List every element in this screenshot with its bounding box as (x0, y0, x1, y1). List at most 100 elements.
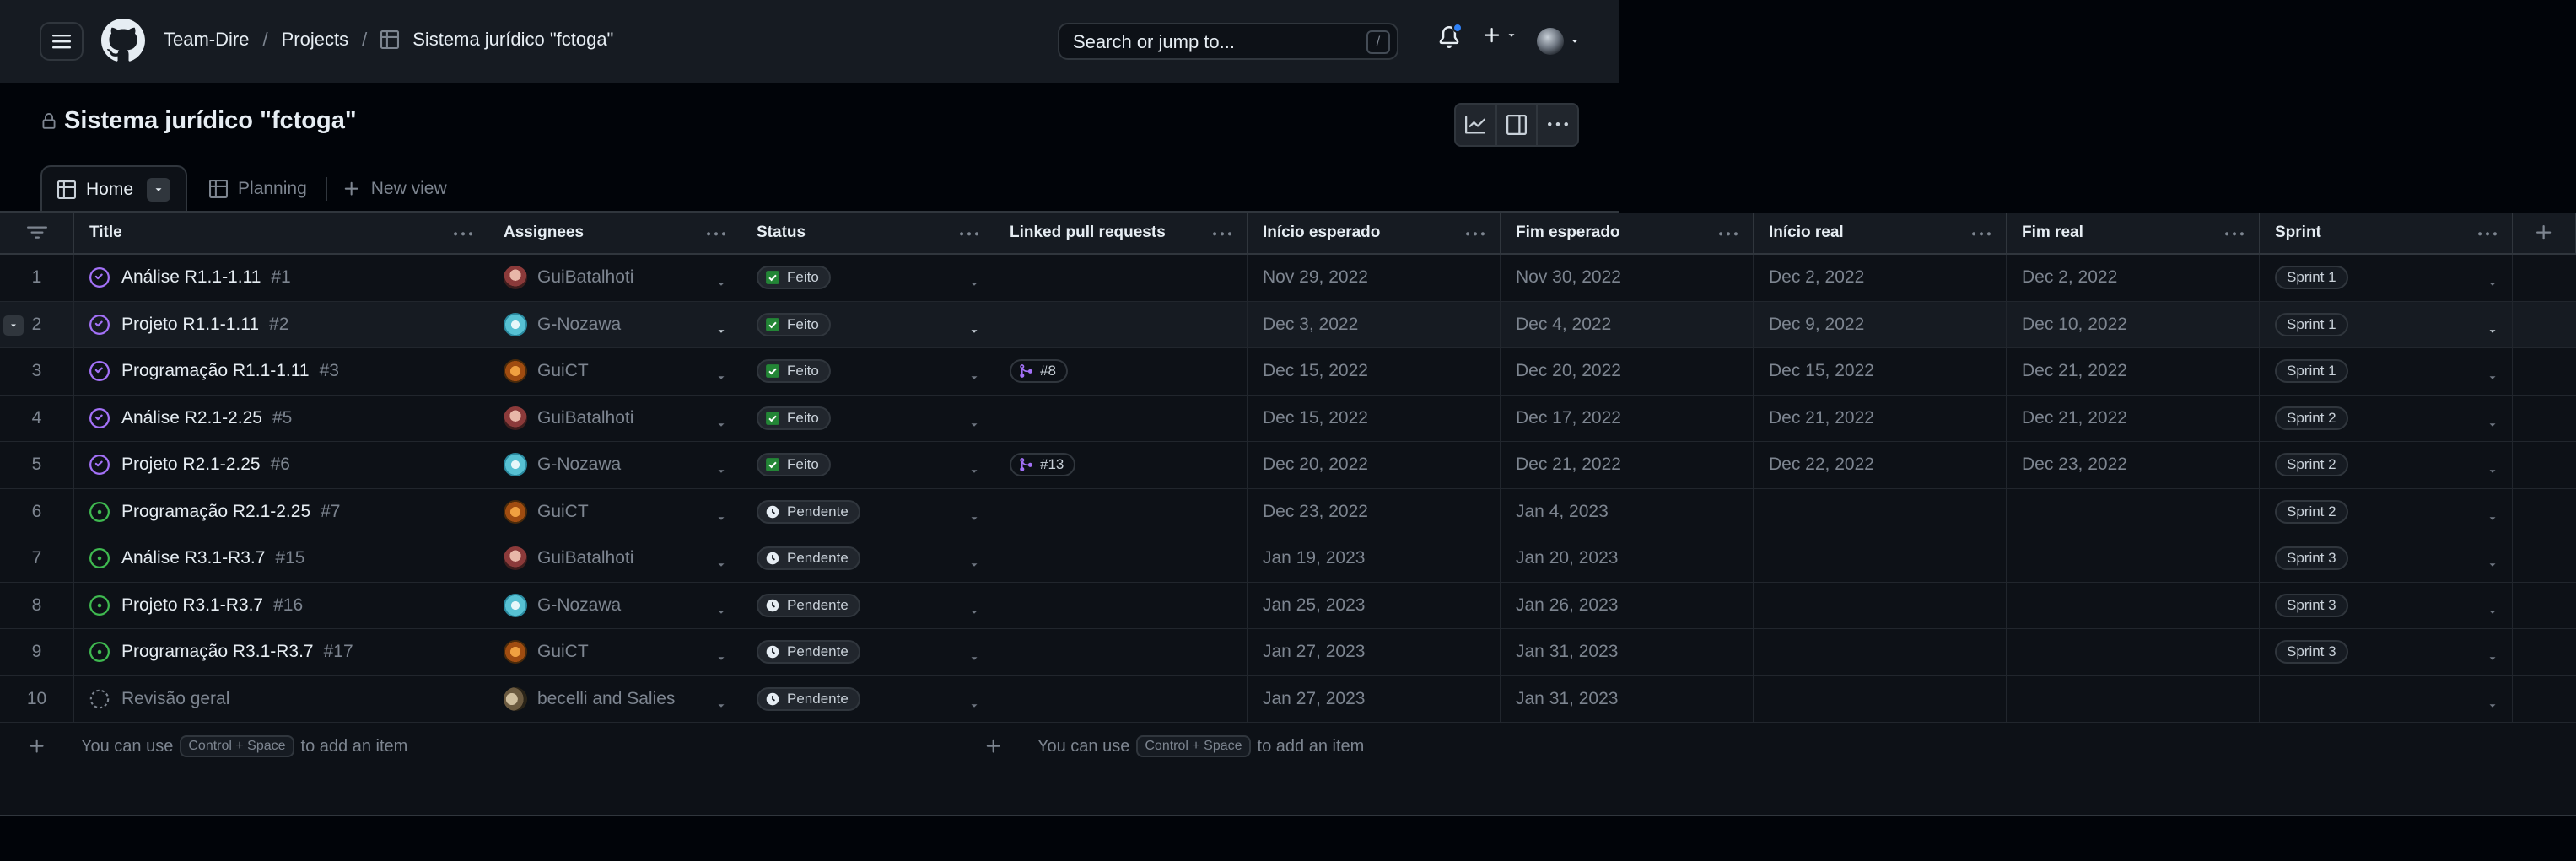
chevron-down-icon[interactable] (715, 462, 727, 482)
inicio-real-cell[interactable] (1754, 582, 2007, 628)
inicio-real-cell[interactable]: Dec 21, 2022 (1754, 395, 2007, 441)
sprint-cell[interactable]: Sprint 1 (2260, 255, 2513, 301)
assignees-cell[interactable]: GuiCT (488, 488, 741, 535)
fim-esperado-cell[interactable]: Jan 31, 2023 (1501, 675, 1754, 722)
column-header-fim-real[interactable]: Fim real (2007, 213, 2260, 253)
view-options-button[interactable] (147, 178, 171, 202)
table-row[interactable]: 4 Análise R2.1-2.25 #5 GuiBatalhoti Feito Dec… (0, 395, 2576, 442)
fim-esperado-cell[interactable]: Jan 4, 2023 (1501, 488, 1754, 535)
sprint-cell[interactable]: Sprint 2 (2260, 395, 2513, 441)
inicio-esperado-cell[interactable]: Dec 23, 2022 (1248, 488, 1501, 535)
chevron-down-icon[interactable] (2487, 275, 2498, 295)
fim-real-cell[interactable]: Dec 2, 2022 (2007, 255, 2260, 301)
plus-icon[interactable] (984, 737, 1003, 756)
linked-pr-badge[interactable]: #8 (1010, 359, 1068, 384)
item-title-link[interactable]: Análise R1.1-1.11 (121, 267, 261, 288)
chevron-down-icon[interactable] (968, 369, 980, 389)
table-row[interactable]: 7 Análise R3.1-R3.7 #15 GuiBatalhoti Pendent… (0, 535, 2576, 583)
fim-real-cell[interactable]: Dec 21, 2022 (2007, 348, 2260, 395)
chevron-down-icon[interactable] (2487, 556, 2498, 576)
chevron-down-icon[interactable] (968, 275, 980, 295)
title-cell[interactable]: Programação R2.1-2.25 #7 (74, 488, 488, 535)
status-cell[interactable]: Pendente (741, 629, 994, 675)
chevron-down-icon[interactable] (2487, 369, 2498, 389)
assignees-cell[interactable]: GuiCT (488, 348, 741, 395)
fim-real-cell[interactable] (2007, 629, 2260, 675)
user-menu[interactable] (1537, 28, 1581, 55)
chevron-down-icon[interactable] (715, 649, 727, 670)
fim-esperado-cell[interactable]: Jan 20, 2023 (1501, 535, 1754, 582)
chevron-down-icon[interactable] (715, 603, 727, 623)
assignees-cell[interactable]: GuiBatalhoti (488, 255, 741, 301)
item-title-link[interactable]: Programação R1.1-1.11 (121, 361, 310, 381)
chevron-down-icon[interactable] (715, 556, 727, 576)
inicio-real-cell[interactable]: Dec 22, 2022 (1754, 442, 2007, 488)
fim-real-cell[interactable] (2007, 488, 2260, 535)
kebab-horizontal-icon[interactable] (2225, 225, 2244, 244)
breadcrumb-projects[interactable]: Projects (282, 29, 348, 51)
kebab-horizontal-icon[interactable] (454, 225, 472, 244)
title-cell[interactable]: Análise R1.1-1.11 #1 (74, 255, 488, 301)
linked-pr-cell[interactable] (994, 535, 1248, 582)
kebab-horizontal-icon[interactable] (960, 225, 978, 244)
fim-esperado-cell[interactable]: Dec 20, 2022 (1501, 348, 1754, 395)
linked-pr-cell[interactable] (994, 255, 1248, 301)
chevron-down-icon[interactable] (715, 697, 727, 717)
kebab-horizontal-icon[interactable] (1466, 225, 1485, 244)
side-panel-button[interactable] (1497, 105, 1539, 145)
column-header-assignees[interactable]: Assignees (488, 213, 741, 253)
status-cell[interactable]: Pendente (741, 675, 994, 722)
status-cell[interactable]: Pendente (741, 535, 994, 582)
title-cell[interactable]: Projeto R1.1-1.11 #2 (74, 301, 488, 347)
create-new-menu[interactable] (1482, 25, 1517, 46)
inicio-esperado-cell[interactable]: Dec 15, 2022 (1248, 395, 1501, 441)
chevron-down-icon[interactable] (2487, 416, 2498, 436)
fim-esperado-cell[interactable]: Nov 30, 2022 (1501, 255, 1754, 301)
add-item-row[interactable]: You can use Control + Space to add an it… (0, 723, 2576, 770)
chevron-down-icon[interactable] (715, 416, 727, 436)
chevron-down-icon[interactable] (715, 369, 727, 389)
chevron-down-icon[interactable] (968, 556, 980, 576)
column-header-status[interactable]: Status (741, 213, 994, 253)
sprint-cell[interactable]: Sprint 3 (2260, 629, 2513, 675)
column-header-inicio-esperado[interactable]: Início esperado (1248, 213, 1501, 253)
item-title-link[interactable]: Análise R2.1-2.25 (121, 408, 262, 428)
chevron-down-icon[interactable] (715, 322, 727, 342)
linked-pr-cell[interactable]: #8 (994, 348, 1248, 395)
inicio-esperado-cell[interactable]: Jan 19, 2023 (1248, 535, 1501, 582)
title-cell[interactable]: Análise R3.1-R3.7 #15 (74, 535, 488, 582)
linked-pr-cell[interactable] (994, 395, 1248, 441)
chevron-down-icon[interactable] (968, 322, 980, 342)
linked-pr-cell[interactable] (994, 675, 1248, 722)
item-title-link[interactable]: Programação R3.1-R3.7 (121, 642, 314, 662)
kebab-horizontal-icon[interactable] (707, 225, 725, 244)
column-header-sprint[interactable]: Sprint (2260, 213, 2513, 253)
fim-esperado-cell[interactable]: Dec 21, 2022 (1501, 442, 1754, 488)
sprint-cell[interactable]: Sprint 2 (2260, 442, 2513, 488)
status-cell[interactable]: Feito (741, 301, 994, 347)
column-header-inicio-real[interactable]: Início real (1754, 213, 2007, 253)
table-row[interactable]: 5 Projeto R2.1-2.25 #6 G-Nozawa Feito #13 Dec … (0, 442, 2576, 489)
chevron-down-icon[interactable] (968, 603, 980, 623)
linked-pr-cell[interactable] (994, 629, 1248, 675)
breadcrumb-org[interactable]: Team-Dire (164, 29, 249, 51)
column-header-fim-esperado[interactable]: Fim esperado (1501, 213, 1754, 253)
fim-real-cell[interactable] (2007, 675, 2260, 722)
sprint-cell[interactable]: Sprint 1 (2260, 348, 2513, 395)
status-cell[interactable]: Pendente (741, 488, 994, 535)
chevron-down-icon[interactable] (2487, 322, 2498, 342)
inicio-esperado-cell[interactable]: Nov 29, 2022 (1248, 255, 1501, 301)
assignees-cell[interactable]: G-Nozawa (488, 582, 741, 628)
github-logo-icon[interactable] (101, 19, 145, 62)
inicio-esperado-cell[interactable]: Jan 27, 2023 (1248, 675, 1501, 722)
inicio-esperado-cell[interactable]: Dec 15, 2022 (1248, 348, 1501, 395)
assignees-cell[interactable]: GuiBatalhoti (488, 535, 741, 582)
assignees-cell[interactable]: G-Nozawa (488, 301, 741, 347)
status-cell[interactable]: Feito (741, 348, 994, 395)
status-cell[interactable]: Feito (741, 255, 994, 301)
tab-planning[interactable]: Planning (187, 179, 322, 199)
chevron-down-icon[interactable] (968, 462, 980, 482)
assignees-cell[interactable]: GuiCT (488, 629, 741, 675)
inicio-esperado-cell[interactable]: Jan 27, 2023 (1248, 629, 1501, 675)
inicio-real-cell[interactable] (1754, 488, 2007, 535)
